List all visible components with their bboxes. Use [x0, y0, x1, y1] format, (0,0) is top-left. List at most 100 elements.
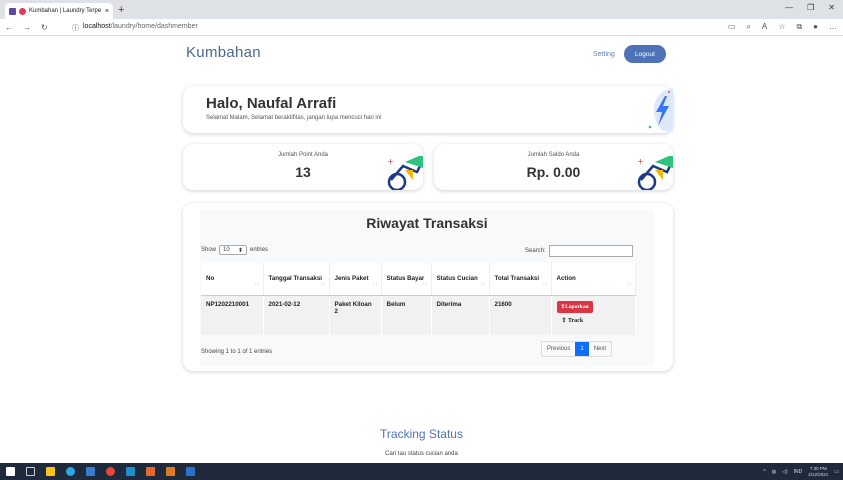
- sort-icon: ↑↓: [320, 280, 326, 287]
- app-icon[interactable]: [166, 467, 175, 476]
- column-header-bayar[interactable]: Status Bayar ↑↓: [381, 263, 432, 296]
- url-host: localhost: [83, 23, 111, 30]
- vscode-icon[interactable]: [186, 467, 195, 476]
- window-controls: — ❐ ✕: [785, 3, 835, 12]
- setting-link[interactable]: Setting: [593, 51, 615, 58]
- favorite-star-icon[interactable]: ☆: [778, 22, 785, 32]
- system-tray: ^ ◍ ◁) IND 7:30 PM 2/12/2021 ▭: [763, 466, 839, 477]
- windows-taskbar: ^ ◍ ◁) IND 7:30 PM 2/12/2021 ▭: [0, 463, 843, 480]
- browser-tab-bar: Kumbahan | Laundry Terpe × + — ❐ ✕: [0, 0, 843, 19]
- page-1-button[interactable]: 1: [575, 342, 589, 356]
- track-button[interactable]: ⇪ Track: [557, 317, 631, 324]
- tracking-title: Tracking Status: [380, 427, 463, 441]
- greeting-title: Halo, Naufal Arrafi: [206, 95, 337, 112]
- svg-text:+: +: [637, 157, 644, 166]
- sort-icon: ↑↓: [254, 280, 260, 287]
- table-info: Showing 1 to 1 of 1 entries: [201, 349, 273, 355]
- xampp-icon[interactable]: [146, 467, 155, 476]
- transaction-card: Riwayat Transaksi Show 10 ⬍ entries Searc…: [183, 203, 673, 371]
- lightning-icon: [648, 88, 673, 131]
- maximize-icon[interactable]: ❐: [807, 3, 814, 12]
- language-indicator[interactable]: IND: [794, 469, 803, 475]
- cell-action: ⇪Laporkan ⇪ Track: [551, 295, 636, 335]
- bicycle-icon: +: [387, 156, 423, 190]
- cell-no: NP1202210001: [201, 295, 264, 335]
- app-favicon-icon: [9, 7, 16, 15]
- clock-time: 7:30 PM: [809, 466, 827, 471]
- next-page-button[interactable]: Next: [589, 342, 611, 356]
- upload-icon: ⇪: [561, 317, 567, 324]
- sort-icon: ↑↓: [422, 280, 428, 287]
- table-row: NP1202210001 2021-02-12 Paket Kiloan 2 B…: [201, 295, 636, 335]
- laporkan-button[interactable]: ⇪Laporkan: [556, 300, 593, 313]
- browser-tab[interactable]: Kumbahan | Laundry Terpe ×: [5, 3, 113, 19]
- chrome-icon[interactable]: [106, 467, 115, 476]
- url-path: /laundry/home/dashmember: [110, 23, 198, 30]
- mail-icon[interactable]: [86, 467, 95, 476]
- network-icon[interactable]: ◍: [772, 469, 776, 475]
- chevron-down-icon: ⬍: [237, 247, 244, 254]
- tab-close-icon[interactable]: ×: [105, 8, 109, 15]
- forward-icon[interactable]: →: [23, 23, 31, 32]
- info-icon: ⓘ: [72, 25, 79, 32]
- search-icon[interactable]: ⌕: [746, 22, 750, 32]
- reload-icon[interactable]: ↻: [41, 23, 48, 32]
- collections-icon[interactable]: ⧉: [796, 22, 802, 32]
- column-header-cucian[interactable]: Status Cucian ↑↓: [431, 263, 490, 296]
- tab-title: Kumbahan | Laundry Terpe: [29, 8, 102, 14]
- clock[interactable]: 7:30 PM 2/12/2021: [808, 466, 828, 477]
- minimize-icon[interactable]: —: [785, 3, 793, 12]
- notification-icon[interactable]: ▭: [834, 469, 839, 475]
- sort-icon: ↑↓: [372, 280, 378, 287]
- greeting-card: Halo, Naufal Arrafi Selamat Malam, Selam…: [183, 86, 673, 133]
- column-header-action[interactable]: Action ↑↓: [551, 263, 636, 296]
- address-bar: ← → ↻ ⓘ localhost/laundry/home/dashmembe…: [0, 19, 843, 36]
- previous-page-button[interactable]: Previous: [542, 342, 575, 356]
- file-explorer-icon[interactable]: [46, 467, 55, 476]
- photoshop-icon[interactable]: [126, 467, 135, 476]
- close-window-icon[interactable]: ✕: [828, 3, 835, 12]
- transaction-table-panel: Riwayat Transaksi Show 10 ⬍ entries Searc…: [200, 209, 654, 367]
- back-icon[interactable]: ←: [5, 23, 13, 32]
- balance-card: Jumlah Saldo Anda Rp. 0.00 +: [434, 144, 673, 190]
- column-header-total[interactable]: Total Transaksi ↑↓: [489, 263, 552, 296]
- entries-select[interactable]: 10 ⬍: [219, 245, 248, 255]
- logout-button[interactable]: Logout: [624, 45, 666, 63]
- svg-text:+: +: [387, 157, 394, 166]
- search-label: Search:: [525, 248, 546, 254]
- url-field[interactable]: ⓘ localhost/laundry/home/dashmember: [72, 23, 198, 33]
- entries-control: Show 10 ⬍ entries: [201, 245, 268, 255]
- clock-date: 2/12/2021: [808, 471, 829, 477]
- new-tab-button[interactable]: +: [118, 4, 124, 16]
- pagination: Previous 1 Next: [541, 341, 613, 357]
- cell-paket: Paket Kiloan 2: [329, 295, 382, 335]
- points-card: Jumlah Point Anda 13 +: [183, 144, 423, 190]
- sort-icon: ↑↓: [480, 280, 486, 287]
- search-input[interactable]: [548, 245, 633, 257]
- sort-icon: ↑↓: [627, 280, 632, 287]
- column-header-no[interactable]: No ↑↓: [201, 263, 264, 296]
- entries-value: 10: [223, 247, 230, 253]
- brand-logo[interactable]: Kumbahan: [186, 44, 261, 61]
- edge-icon[interactable]: [66, 467, 75, 476]
- cell-tanggal: 2021-02-12: [263, 295, 330, 335]
- start-icon[interactable]: [6, 467, 15, 476]
- read-aloud-icon[interactable]: A: [762, 22, 767, 32]
- column-header-tanggal[interactable]: Tanggal Transaksi ↑↓: [263, 263, 330, 296]
- task-view-icon[interactable]: [26, 467, 35, 476]
- column-header-paket[interactable]: Jenis Paket ↑↓: [329, 263, 382, 296]
- transaction-title: Riwayat Transaksi: [366, 215, 488, 231]
- volume-icon[interactable]: ◁): [782, 469, 788, 475]
- transaction-table: No ↑↓ Tanggal Transaksi ↑↓ Jenis Paket ↑↓ S…: [201, 263, 636, 335]
- profile-icon[interactable]: ●: [813, 22, 818, 32]
- site-favicon-icon: [19, 7, 26, 15]
- cell-bayar: Belum: [381, 295, 432, 335]
- greeting-subtitle: Selamat Malam, Selamat beraktifitas, jan…: [206, 115, 382, 121]
- entries-label: entries: [250, 247, 269, 253]
- cast-icon[interactable]: ▭: [728, 22, 736, 32]
- tracking-subtitle: Cari tau status cucian anda: [385, 451, 458, 457]
- chevron-up-icon[interactable]: ^: [763, 469, 765, 475]
- cell-cucian: Diterima: [431, 295, 490, 335]
- search-control: Search:: [525, 245, 633, 257]
- more-icon[interactable]: …: [829, 22, 837, 32]
